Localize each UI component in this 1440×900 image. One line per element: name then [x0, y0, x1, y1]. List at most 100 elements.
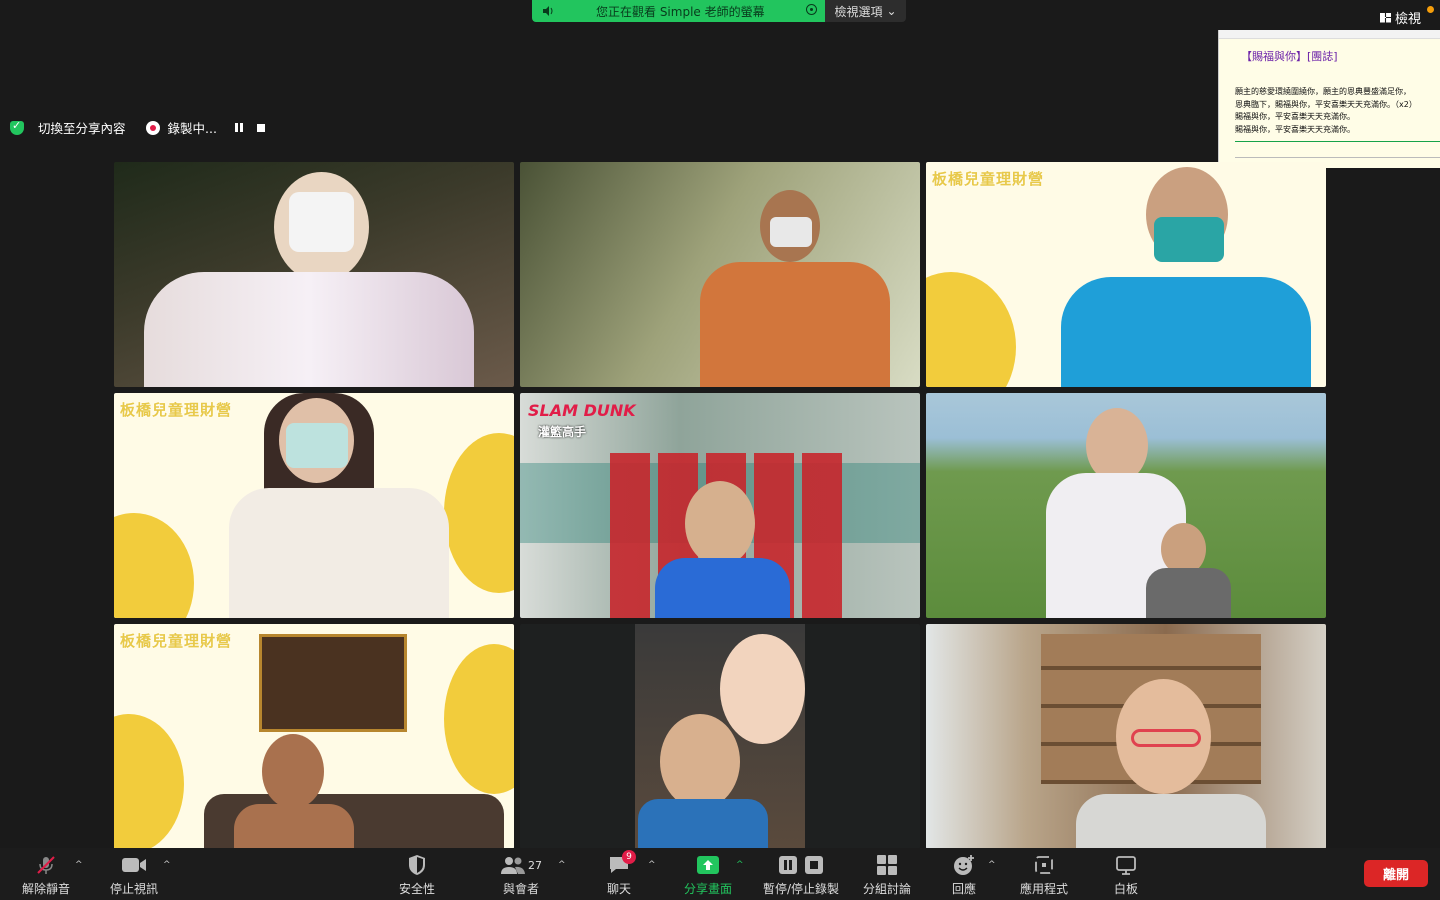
view-button[interactable]: 檢視 [1380, 8, 1421, 27]
video-tile[interactable]: SLAM DUNK 灌籃高手 [520, 393, 920, 618]
security-shield-icon [409, 855, 425, 875]
apps-label: 應用程式 [1019, 882, 1068, 896]
grid-view-icon [1380, 12, 1391, 23]
virtual-background-banner: 板橋兒童理財營 [120, 401, 233, 419]
security-button[interactable]: 安全性 [395, 854, 439, 897]
whiteboard-button[interactable]: 白板 [1112, 854, 1140, 897]
participants-icon [501, 857, 525, 874]
pause-icon [779, 856, 797, 874]
reactions-options-caret-icon[interactable]: ^ [988, 860, 996, 870]
chat-options-caret-icon[interactable]: ^ [648, 860, 656, 870]
breakout-rooms-label: 分組討論 [862, 882, 911, 896]
virtual-background-banner: 板橋兒童理財營 [932, 170, 1045, 188]
stop-video-button[interactable]: 停止視訊 [108, 854, 160, 897]
pause-stop-recording-button[interactable]: 暫停/停止錄製 [760, 854, 842, 897]
chevron-down-icon: ⌄ [886, 4, 897, 18]
preview-title: 【賜福與你】[團誌] [1241, 50, 1338, 63]
virtual-background-banner: 板橋兒童理財營 [120, 632, 233, 650]
speaker-icon [542, 5, 554, 20]
encryption-shield-icon[interactable] [10, 119, 24, 135]
background-shape [444, 433, 514, 593]
participant-video [1086, 408, 1148, 483]
face-mask [1154, 217, 1224, 262]
participant-body [144, 272, 474, 387]
slamdunk-subtitle: 灌籃高手 [538, 425, 587, 439]
unmute-label: 解除靜音 [21, 882, 70, 896]
preview-line: 願主的慈愛環繞圍繞你，願主的恩典豐盛滿足你， [1235, 87, 1411, 96]
participant-count: 27 [528, 858, 542, 872]
face-mask [289, 192, 354, 252]
apps-button[interactable]: 應用程式 [1018, 854, 1070, 897]
participant-body [700, 262, 890, 387]
notification-dot [1427, 6, 1434, 13]
reactions-button[interactable]: 回應 [950, 854, 978, 897]
viewing-text: 您正在觀看 Simple 老師的螢幕 [596, 5, 765, 19]
preview-divider [1235, 157, 1440, 158]
security-label: 安全性 [398, 882, 435, 896]
video-tile[interactable] [926, 393, 1326, 618]
breakout-rooms-button[interactable]: 分組討論 [862, 854, 912, 897]
smiley-plus-icon [954, 855, 974, 875]
share-options-caret-icon[interactable]: ^ [736, 860, 744, 870]
view-options-button[interactable]: 檢視選項 ⌄ [825, 0, 906, 22]
switch-to-share-button[interactable]: 切換至分享內容 [38, 118, 126, 137]
participants-options-caret-icon[interactable]: ^ [558, 860, 566, 870]
recording-label: 錄製中... [167, 121, 217, 136]
background-shape [444, 644, 514, 794]
video-tile[interactable] [520, 624, 920, 849]
shared-screen-preview[interactable]: 【賜福與你】[團誌] 願主的慈愛環繞圍繞你，願主的恩典豐盛滿足你， 恩典臨下，賜… [1218, 30, 1440, 168]
participant-body [655, 558, 790, 618]
participant-body [234, 804, 354, 849]
share-screen-button[interactable]: 分享畫面 [682, 854, 734, 897]
share-screen-label: 分享畫面 [683, 882, 732, 896]
video-tile[interactable] [926, 624, 1326, 849]
meeting-status-row: 切換至分享內容 錄製中... [10, 118, 265, 137]
baby-face [720, 634, 805, 744]
pause-recording-icon[interactable] [234, 123, 243, 132]
stop-viewing-icon[interactable] [806, 4, 817, 15]
apps-icon [1035, 856, 1053, 874]
video-tile[interactable] [114, 162, 514, 387]
child-face [660, 714, 740, 809]
preview-toolbar [1219, 30, 1440, 39]
preview-line: 恩典臨下，賜福與你，平安喜樂天天充滿你。（x2） [1235, 100, 1417, 109]
participants-button[interactable]: 27 與會者 [497, 854, 545, 897]
stop-icon [805, 856, 823, 874]
preview-divider [1235, 141, 1440, 142]
viewing-screen-pill[interactable]: 您正在觀看 Simple 老師的螢幕 [532, 0, 825, 22]
meeting-toolbar: 解除靜音 ^ 停止視訊 ^ 安全性 27 與會者 ^ 聊天 ^ 分享畫面 ^ 暫… [0, 848, 1440, 900]
slamdunk-logo: SLAM DUNK [528, 401, 636, 420]
recording-icon [145, 120, 160, 135]
whiteboard-icon [1116, 856, 1136, 875]
video-tile[interactable]: 板橋兒童理財營 [114, 393, 514, 618]
unmute-button[interactable]: 解除靜音 [20, 854, 72, 897]
video-tile[interactable]: 板橋兒童理財營 [926, 162, 1326, 387]
stop-recording-icon[interactable] [256, 123, 265, 132]
chat-unread-badge: 9 [622, 850, 636, 864]
whiteboard-label: 白板 [1113, 882, 1138, 896]
reactions-label: 回應 [951, 882, 976, 896]
face-mask [286, 423, 348, 468]
screen-share-bar: 您正在觀看 Simple 老師的螢幕 檢視選項 ⌄ [532, 0, 906, 22]
video-tile[interactable]: 板橋兒童理財營 [114, 624, 514, 849]
participant-body [638, 799, 768, 849]
chat-label: 聊天 [606, 882, 631, 896]
video-options-caret-icon[interactable]: ^ [163, 860, 171, 870]
background-shape [114, 714, 184, 849]
view-button-label: 檢視 [1395, 12, 1422, 27]
participant-body [1061, 277, 1311, 387]
breakout-rooms-icon [877, 855, 897, 875]
view-options-label: 檢視選項 [834, 4, 883, 19]
share-screen-arrow-icon [697, 856, 719, 874]
video-tile[interactable] [520, 162, 920, 387]
participants-label: 與會者 [502, 882, 539, 896]
participant-video [262, 734, 324, 809]
audio-options-caret-icon[interactable]: ^ [75, 860, 83, 870]
microphone-muted-icon [37, 856, 55, 874]
background-shape [114, 513, 194, 618]
participant-body [1146, 568, 1231, 618]
leave-meeting-button[interactable]: 離開 [1364, 860, 1428, 887]
picture-frame [259, 634, 407, 732]
face-mask [770, 217, 812, 247]
preview-line: 賜福與你，平安喜樂天天充滿你。 [1235, 125, 1355, 134]
